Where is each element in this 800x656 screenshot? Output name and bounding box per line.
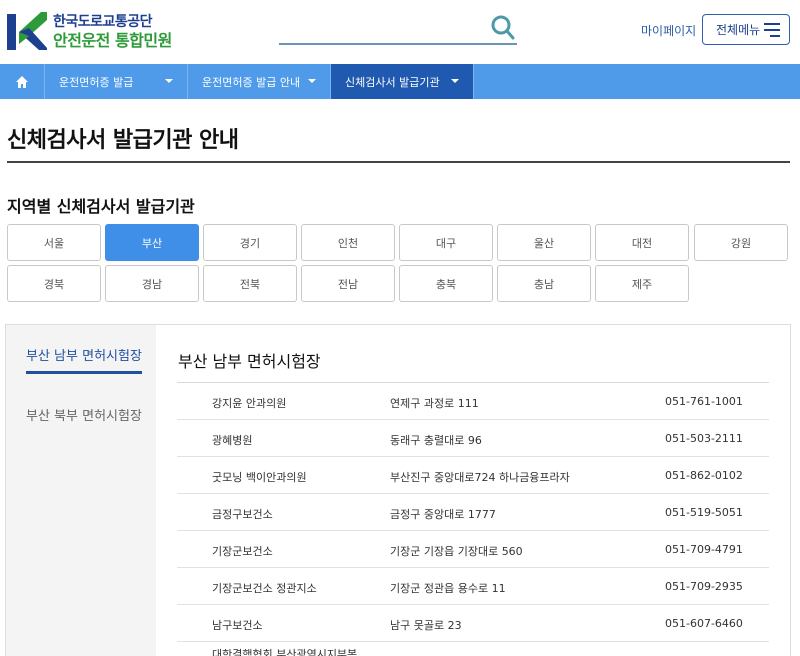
full-menu-button[interactable]: 전체메뉴 (702, 14, 790, 45)
region-button-selected[interactable]: 부산 (105, 224, 199, 261)
caret-down-icon (308, 79, 316, 83)
institution-address: 동래구 충렬대로 96 (390, 434, 482, 447)
section-title: 지역별 신체검사서 발급기관 (7, 197, 195, 216)
logo-service-name: 안전운전 통합민원 (53, 30, 172, 50)
region-button[interactable]: 전북 (203, 265, 297, 302)
region-button[interactable]: 충북 (399, 265, 493, 302)
region-button[interactable]: 충남 (497, 265, 591, 302)
region-button[interactable]: 울산 (497, 224, 591, 261)
institution-phone: 051-607-6460 (665, 617, 743, 630)
institution-address: 부산진구 중앙대로724 하나금융프라자 (390, 471, 570, 484)
site-header: 한국도로교통공단 안전운전 통합민원 마이페이지 전체메뉴 (0, 0, 800, 64)
institution-name: 대한결핵협회 부산광역시지부복 (212, 648, 358, 656)
institution-phone: 051-503-2111 (665, 432, 743, 445)
region-button[interactable]: 강원 (694, 224, 788, 261)
institution-name: 광혜병원 (212, 434, 253, 447)
search-box (279, 12, 517, 45)
institution-name: 기장군보건소 (212, 545, 273, 558)
region-button[interactable]: 경기 (203, 224, 297, 261)
search-input[interactable] (279, 12, 479, 42)
institution-panel: 부산 남부 면허시험장 부산 북부 면허시험장 부산 남부 면허시험장 강지윤 … (5, 324, 791, 656)
title-divider (7, 161, 790, 163)
test-site-tabs: 부산 남부 면허시험장 부산 북부 면허시험장 (6, 325, 156, 656)
institution-name: 기장군보건소 정관지소 (212, 582, 317, 595)
tab-busan-south[interactable]: 부산 남부 면허시험장 (26, 345, 142, 374)
institution-phone: 051-519-5051 (665, 506, 743, 519)
caret-down-icon (451, 79, 459, 83)
region-button[interactable]: 제주 (595, 265, 689, 302)
logo-org-name: 한국도로교통공단 (53, 13, 153, 30)
institution-phone: 051-709-4791 (665, 543, 743, 556)
institution-address: 기장군 정관읍 용수로 11 (390, 582, 506, 595)
caret-down-icon (165, 79, 173, 83)
institution-phone: 051-761-1001 (665, 395, 743, 408)
table-row: 대한결핵협회 부산광역시지부복 (177, 642, 769, 656)
breadcrumb-nav: 운전면허증 발급 운전면허증 발급 안내 신체검사서 발급기관 (0, 64, 800, 99)
institution-phone: 051-862-0102 (665, 469, 743, 482)
region-button[interactable]: 전남 (301, 265, 395, 302)
nav-item-label: 운전면허증 발급 안내 (202, 75, 301, 89)
nav-item-label: 운전면허증 발급 (59, 75, 134, 89)
table-row: 광혜병원 동래구 충렬대로 96 051-503-2111 (177, 420, 769, 457)
home-button[interactable] (0, 64, 45, 99)
nav-dropdown-license-guide[interactable]: 운전면허증 발급 안내 (188, 64, 331, 99)
institution-name: 굿모닝 백이안과의원 (212, 471, 307, 484)
home-icon (16, 75, 28, 88)
table-row: 굿모닝 백이안과의원 부산진구 중앙대로724 하나금융프라자 051-862-… (177, 457, 769, 494)
institution-name: 금정구보건소 (212, 508, 273, 521)
koroad-logo-icon (7, 12, 47, 50)
search-icon[interactable] (491, 15, 515, 41)
institution-phone: 051-709-2935 (665, 580, 743, 593)
table-row: 기장군보건소 정관지소 기장군 정관읍 용수로 11 051-709-2935 (177, 568, 769, 605)
institution-name: 남구보건소 (212, 619, 263, 632)
table-row: 기장군보건소 기장군 기장읍 기장대로 560 051-709-4791 (177, 531, 769, 568)
region-button[interactable]: 경남 (105, 265, 199, 302)
institution-address: 기장군 기장읍 기장대로 560 (390, 545, 523, 558)
site-logo[interactable]: 한국도로교통공단 안전운전 통합민원 (7, 10, 172, 54)
institution-address: 남구 못골로 23 (390, 619, 462, 632)
region-button[interactable]: 인천 (301, 224, 395, 261)
institution-address: 금정구 중앙대로 1777 (390, 508, 496, 521)
nav-item-label: 신체검사서 발급기관 (345, 75, 440, 89)
mypage-link[interactable]: 마이페이지 (641, 22, 696, 39)
full-menu-label: 전체메뉴 (716, 23, 761, 37)
region-button[interactable]: 서울 (7, 224, 101, 261)
tab-busan-north[interactable]: 부산 북부 면허시험장 (26, 405, 142, 424)
table-row: 남구보건소 남구 못골로 23 051-607-6460 (177, 605, 769, 642)
institution-address: 연제구 과정로 111 (390, 397, 479, 410)
institution-list: 강지윤 안과의원 연제구 과정로 111 051-761-1001 광혜병원 동… (177, 382, 769, 656)
nav-dropdown-license-issue[interactable]: 운전면허증 발급 (45, 64, 188, 99)
institution-name: 강지윤 안과의원 (212, 397, 287, 410)
region-button[interactable]: 경북 (7, 265, 101, 302)
table-row: 금정구보건소 금정구 중앙대로 1777 051-519-5051 (177, 494, 769, 531)
content-title: 부산 남부 면허시험장 (178, 352, 321, 371)
region-button[interactable]: 대구 (399, 224, 493, 261)
page-title: 신체검사서 발급기관 안내 (7, 128, 239, 153)
table-row: 강지윤 안과의원 연제구 과정로 111 051-761-1001 (177, 383, 769, 420)
region-button[interactable]: 대전 (595, 224, 689, 261)
nav-dropdown-medical-institutions[interactable]: 신체검사서 발급기관 (331, 64, 474, 99)
hamburger-icon (764, 23, 780, 37)
